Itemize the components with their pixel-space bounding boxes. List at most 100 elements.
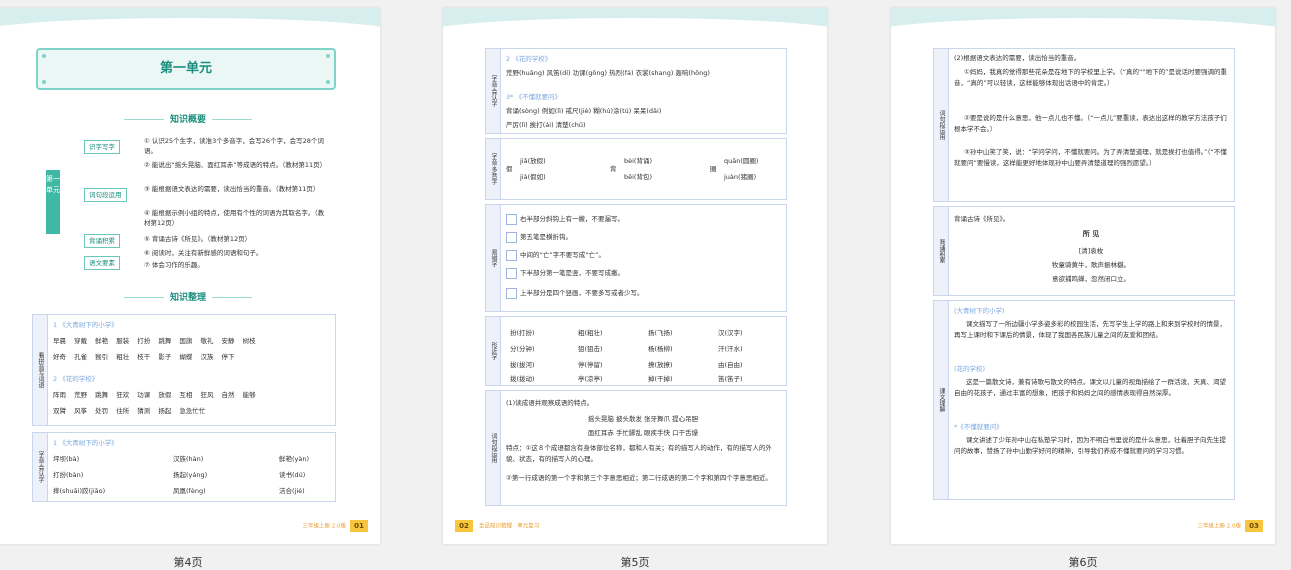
usage-text: ②要是说的是什么意思，他一点儿也不懂。（“一点儿”要重读，表达出这样的教学方法孩… <box>954 114 1227 133</box>
word-row: 阵雨 荒野 跳舞 狂欢 功课 放假 互相 狂风 自然 能够 <box>53 391 256 399</box>
polyphone-char: 背 <box>610 165 617 173</box>
tag-usage: 词句段运用 <box>84 188 127 202</box>
page-4: 第一单元 知识概要 第一单元 识字写字 词句段运用 背诵积累 语文要素 ① 认识… <box>0 8 380 544</box>
page-footer: 三年级上册 2.0版 03 <box>1197 520 1263 532</box>
block-side-label: 背诵积累 <box>934 207 949 295</box>
usage-text: ③孙中山笑了笑，说：“学问学问，不懂就要问。为了弄清楚道理，就是挨打也值得。”（… <box>954 148 1227 167</box>
overview-item: ① 认识25个生字，读准3个多音字，会写26个字，会写28个词语。 <box>144 137 324 155</box>
char-box-icon <box>506 213 517 225</box>
lesson-title: 2 《花的学校》 <box>506 55 552 63</box>
similar-char: 掉(干掉) <box>648 375 673 383</box>
lesson-title: (大青树下的小学) <box>954 307 1005 315</box>
organize-title: 知识整理 <box>0 290 380 303</box>
similar-char: 汗(汗水) <box>718 345 743 353</box>
char-cell: 打扮(bàn) <box>53 471 84 479</box>
char-sound-block: 字音·会认字 2 《花的学校》 荒野(huāng) 风笛(dí) 功课(gōng… <box>485 48 787 134</box>
char-cell: 坪坝(bà) <box>53 455 80 463</box>
top-band <box>0 8 380 48</box>
error-tip: 下半部分第一笔是竖，不要写成撇。 <box>520 269 624 277</box>
error-tip: 第五笔是横折钩。 <box>520 233 572 241</box>
char-cell: 汉族(hàn) <box>173 455 204 463</box>
page-5: 字音·会认字 2 《花的学校》 荒野(huāng) 风笛(dí) 功课(gōng… <box>443 8 827 544</box>
char-cell: 扬起(yáng) <box>173 471 208 479</box>
char-box-icon <box>506 267 517 279</box>
summary-text: 课文讲述了少年孙中山在私塾学习时，因为不明白书里说的是什么意思，壮着胆子向先生提… <box>954 436 1226 455</box>
page-footer: 三年级上册 2.0版 01 <box>303 520 368 532</box>
table-side-label: 看拼音写词语 <box>33 315 48 425</box>
footer-text: 三年级上册 2.0版 <box>1197 523 1242 530</box>
char-cell: 洁合(jié) <box>279 487 305 495</box>
footer-text: 全品知识梳理 · 单元复习 <box>479 523 540 530</box>
overview-item: ④ 能根据示例小组的特点，使用有个性的词语为其取名字。（教材第12页） <box>144 209 325 227</box>
char-cell: 摔(shuāi)跤(jiāo) <box>53 487 106 495</box>
tag-literacy: 识字写字 <box>84 140 120 154</box>
top-band <box>443 8 827 48</box>
similar-char: 狙(狙击) <box>578 345 603 353</box>
lesson-title: *《不懂就要问》 <box>954 423 1003 431</box>
error-tip: 中间的“亡”字不要写成“亡”。 <box>520 251 605 259</box>
similar-char: 由(自由) <box>718 361 743 369</box>
overview-item: ⑤ 背诵古诗《所见》。（教材第12页） <box>144 235 252 243</box>
unit-title: 第一单元 <box>159 61 212 76</box>
feature-text: ②第一行成语的第一个字和第三个字意思相近；第二行成语的第二个字和第四个字意思相近… <box>506 474 772 482</box>
similar-char: 扬(飞扬) <box>648 329 673 337</box>
similar-char: 拔(拔河) <box>510 361 535 369</box>
page-6: 词句段运用 (2)根据语文表达的需要，读出恰当的重音。 ①妈妈，我真的觉得那些花… <box>891 8 1275 544</box>
tag-recite: 背诵积累 <box>84 234 120 248</box>
polyphone-char: 圈 <box>710 165 717 173</box>
lesson-title: 2 《花的学校》 <box>53 375 99 383</box>
lesson-title: (花的学校) <box>954 365 986 373</box>
poem-title: 所 见 <box>1082 230 1100 238</box>
top-band <box>891 8 1275 48</box>
block-side-label: 课文理解 <box>934 301 949 499</box>
unit-title-box: 第一单元 <box>36 48 336 90</box>
lesson-title: 3* 《不懂就要问》 <box>506 93 561 101</box>
page-footer: 02 全品知识梳理 · 单元复习 <box>455 520 539 532</box>
polyphone-reading: juàn(猪圈) <box>724 173 757 181</box>
word-row: 双臂 风筝 处罚 住所 猜测 扬起 急急忙忙 <box>53 407 206 415</box>
unit-side-label: 第一单元 <box>46 170 60 234</box>
overview-item: ③ 能根据语文表达的需要，读出恰当的重音。（教材第11页） <box>144 185 320 193</box>
word-row: 好奇 孔雀 猴引 粗壮 枝干 影子 蝴蝶 汉族 停下 <box>53 353 235 361</box>
overview-item: ② 能说出“摇头晃脑、面红耳赤”等成语的特点。（教材第11页） <box>144 161 327 169</box>
table-side-label: 字音·会认字 <box>33 433 48 501</box>
recite-block: 背诵积累 背诵古诗《所见》。 所 见 [清]袁枚 牧童骑黄牛，歌声振林樾。 意欲… <box>933 206 1235 296</box>
polyphone-block: 字音·多音字 假 jiǎ(放假) jià(假如) 背 bèi(背诵) bēi(背… <box>485 138 787 200</box>
block-side-label: 字音·会认字 <box>486 49 501 133</box>
pinyin-words-table: 看拼音写词语 1 《大青树下的小学》 早晨 穿戴 鲜艳 服装 打扮 跳舞 国旗 … <box>32 314 336 426</box>
similar-char: 撩(放撩) <box>648 361 673 369</box>
char-row: 严厉(lì) 挨打(ái) 清楚(chǔ) <box>506 121 586 129</box>
polyphone-reading: bèi(背诵) <box>624 157 653 165</box>
overview-item: ⑦ 体会习作的乐趣。 <box>144 261 204 269</box>
similar-char: 分(分钟) <box>510 345 535 353</box>
overview-item: ⑥ 阅读时，关注有新鲜感的词语和句子。 <box>144 249 263 257</box>
char-row: 荒野(huāng) 风笛(dí) 功课(gōng) 热烈(fá) 衣裳(shan… <box>506 69 710 77</box>
similar-char: 扮(打扮) <box>510 329 535 337</box>
question: (1)读成语并观察成语的特点。 <box>506 399 594 407</box>
error-tip: 上半部分是四个竖画，不要多写或者少写。 <box>520 289 644 297</box>
poem-line: 意欲捕鸣蝉，忽然闭口立。 <box>1052 275 1130 283</box>
polyphone-reading: bēi(背包) <box>624 173 653 181</box>
similar-chars-block: 形近字 扮(打扮) 分(分钟) 粗(粗壮) 狙(狙击) 扬(飞扬) 杨(杨柳) … <box>485 316 787 386</box>
similar-char: 拨(拨动) <box>510 375 535 383</box>
char-row: 背诵(sòng) 例如(lì) 戒尺(jiè) 糊(hú)涂(tú) 呆呆(dā… <box>506 107 662 115</box>
similar-char: 杨(杨柳) <box>648 345 673 353</box>
polyphone-reading: jià(假如) <box>520 173 546 181</box>
usage-text: (2)根据语文表达的需要，读出恰当的重音。 <box>954 54 1081 62</box>
char-box-icon <box>506 231 517 243</box>
similar-char: 笛(笛子) <box>718 375 743 383</box>
error-prone-block: 易错字 右半部分斜钩上有一撇，不要漏写。 第五笔是横折钩。 中间的“亡”字不要写… <box>485 204 787 312</box>
block-side-label: 易错字 <box>486 205 501 311</box>
page-number: 02 <box>455 520 473 532</box>
tag-elements: 语文要素 <box>84 256 120 270</box>
char-cell: 读书(dú) <box>279 471 306 479</box>
text-understanding-block: 课文理解 (大青树下的小学) 课文描写了一所边疆小学多姿多彩的校园生活，先写学生… <box>933 300 1235 500</box>
block-side-label: 形近字 <box>486 317 501 385</box>
overview-title: 知识概要 <box>0 112 380 125</box>
summary-text: 课文描写了一所边疆小学多姿多彩的校园生活，先写学生上学的路上和来到学校时的情景，… <box>954 320 1226 339</box>
similar-char: 粗(粗壮) <box>578 329 603 337</box>
page-number: 03 <box>1245 520 1263 532</box>
block-side-label: 词句段运用 <box>934 49 949 201</box>
polyphone-reading: jiǎ(放假) <box>520 157 546 165</box>
block-side-label: 词句段运用 <box>486 391 501 505</box>
